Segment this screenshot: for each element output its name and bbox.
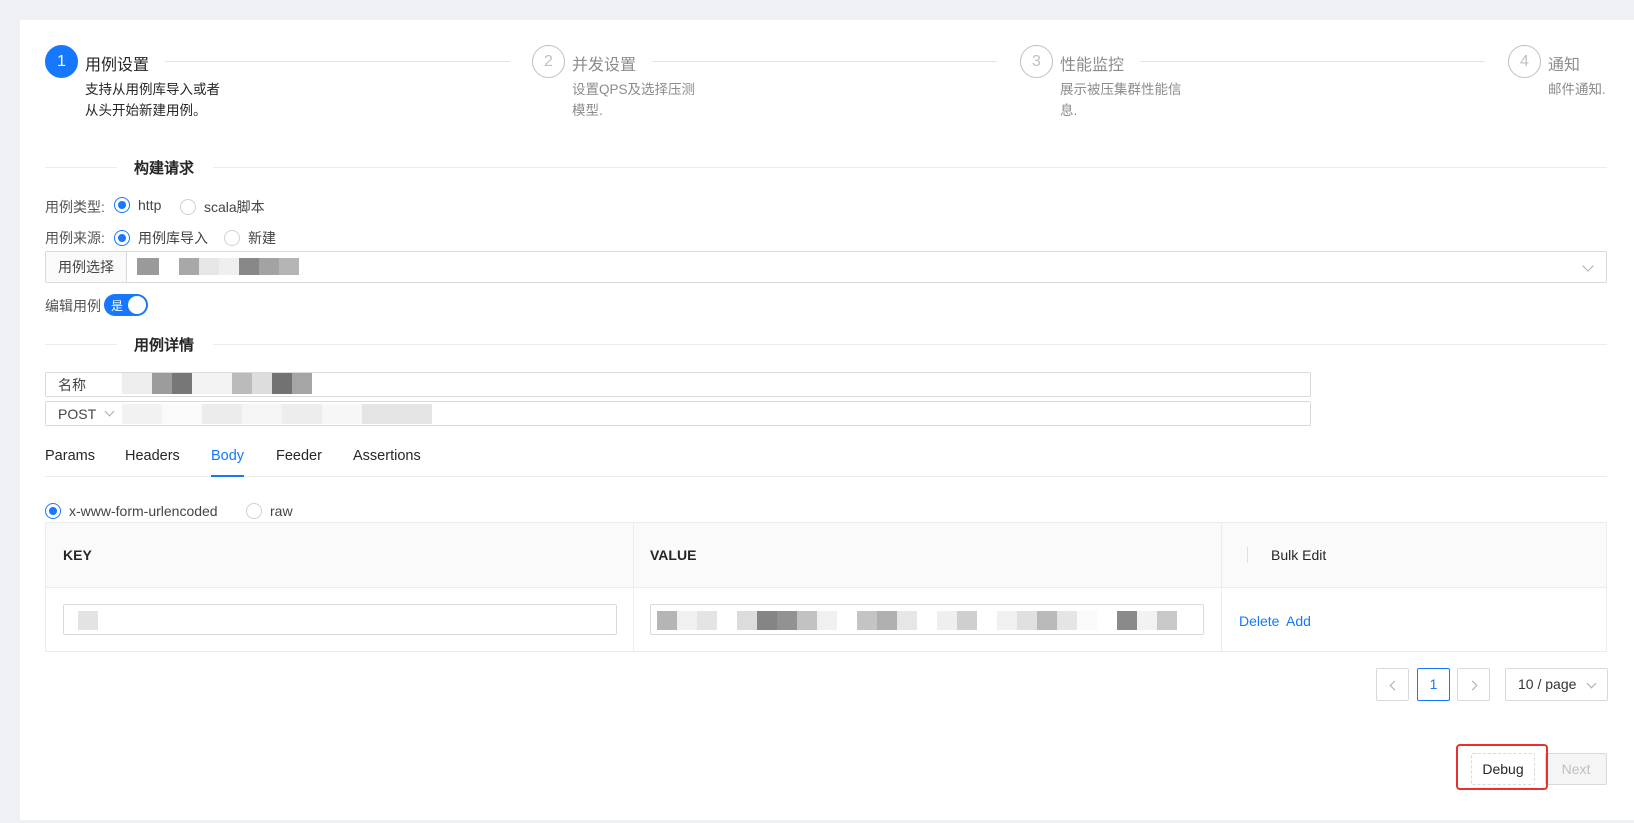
body-type-urlencoded-radio[interactable]: x-www-form-urlencoded xyxy=(45,503,218,519)
step-2-description: 设置QPS及选择压测 模型. xyxy=(572,82,696,118)
key-input[interactable] xyxy=(63,604,617,635)
step-4-title: 通知 xyxy=(1548,57,1581,74)
case-select[interactable]: 用例选择 xyxy=(45,251,1607,283)
redacted-value xyxy=(122,404,432,424)
edit-case-switch[interactable]: 是 xyxy=(104,294,148,316)
next-page-button[interactable] xyxy=(1457,668,1490,701)
case-name-field[interactable]: 名称 xyxy=(45,372,1311,397)
case-type-scala-radio[interactable]: scala脚本 xyxy=(180,197,265,217)
debug-highlight-box xyxy=(1456,744,1548,790)
build-request-title: 构建请求 xyxy=(134,160,195,177)
redacted-value xyxy=(657,611,1182,630)
method-select[interactable]: POST xyxy=(46,402,122,425)
column-key: KEY xyxy=(63,547,92,563)
case-type-http-radio[interactable]: http xyxy=(114,197,161,213)
chevron-right-icon xyxy=(1467,680,1478,691)
add-row-link[interactable]: Add xyxy=(1286,613,1311,629)
case-source-new-radio[interactable]: 新建 xyxy=(224,228,276,248)
case-select-dropdown[interactable] xyxy=(127,252,1606,282)
switch-knob xyxy=(128,296,146,314)
column-value: VALUE xyxy=(650,547,697,563)
case-detail-title: 用例详情 xyxy=(134,337,195,354)
bulk-edit-link[interactable]: Bulk Edit xyxy=(1271,523,1326,588)
tab-params[interactable]: Params xyxy=(45,448,95,464)
edit-case-switch-text: 是 xyxy=(111,299,124,313)
step-3-number: 3 xyxy=(1020,45,1053,78)
case-source-label: 用例来源: xyxy=(45,230,105,246)
request-url-input[interactable] xyxy=(122,402,1310,425)
case-name-input[interactable] xyxy=(122,373,1310,396)
body-type-raw-radio[interactable]: raw xyxy=(246,503,293,519)
step-4-number: 4 xyxy=(1508,45,1541,78)
delete-row-link[interactable]: Delete xyxy=(1239,613,1279,629)
case-type-label: 用例类型: xyxy=(45,199,105,215)
build-request-divider: 构建请求 xyxy=(45,155,1607,179)
value-input[interactable] xyxy=(650,604,1204,635)
column-separator xyxy=(633,523,634,652)
tab-feeder[interactable]: Feeder xyxy=(276,448,322,464)
step-4-description: 邮件通知. xyxy=(1548,82,1606,97)
table-header: KEY VALUE Bulk Edit xyxy=(46,523,1606,588)
page-size-value: 10 / page xyxy=(1518,676,1577,692)
chevron-down-icon xyxy=(104,406,115,417)
column-separator xyxy=(1221,523,1222,652)
prev-page-button[interactable] xyxy=(1376,668,1409,701)
body-params-table: KEY VALUE Bulk Edit Delete Add xyxy=(45,522,1607,652)
active-tab-indicator xyxy=(211,475,244,477)
chevron-down-icon xyxy=(1586,678,1597,689)
header-separator xyxy=(1247,547,1248,563)
step-1-description: 支持从用例库导入或者 从头开始新建用例。 xyxy=(85,82,220,118)
case-name-label: 名称 xyxy=(46,373,122,396)
tab-body[interactable]: Body xyxy=(211,448,244,464)
step-2-connector xyxy=(652,61,997,62)
tab-headers[interactable]: Headers xyxy=(125,448,180,464)
redacted-value xyxy=(122,373,322,394)
request-tabs: Params Headers Body Feeder Assertions xyxy=(45,440,1607,477)
page-size-select[interactable]: 10 / page xyxy=(1505,668,1608,701)
step-2-title: 并发设置 xyxy=(572,57,637,74)
page-1-button[interactable]: 1 xyxy=(1417,668,1450,701)
step-2-number: 2 xyxy=(532,45,565,78)
request-url-field[interactable]: POST xyxy=(45,401,1311,426)
case-select-label: 用例选择 xyxy=(46,252,127,282)
tab-assertions[interactable]: Assertions xyxy=(353,448,421,464)
case-detail-divider: 用例详情 xyxy=(45,332,1607,356)
chevron-left-icon xyxy=(1389,680,1400,691)
steps-bar: 1 用例设置 支持从用例库导入或者 从头开始新建用例。 2 并发设置 设置QPS及… xyxy=(45,45,1606,125)
step-1-number: 1 xyxy=(45,45,78,78)
step-1-title: 用例设置 xyxy=(85,57,150,74)
step-3-description: 展示被压集群性能信 息. xyxy=(1060,82,1182,118)
step-1-connector xyxy=(165,61,510,62)
next-button[interactable]: Next xyxy=(1545,753,1607,785)
step-3-title: 性能监控 xyxy=(1060,57,1125,74)
case-source-import-radio[interactable]: 用例库导入 xyxy=(114,228,208,248)
method-value: POST xyxy=(58,405,97,422)
step-3-connector xyxy=(1140,61,1485,62)
redacted-value xyxy=(137,258,327,275)
chevron-down-icon xyxy=(1582,260,1594,272)
edit-case-label: 编辑用例 xyxy=(45,298,101,314)
redacted-value xyxy=(78,611,98,630)
